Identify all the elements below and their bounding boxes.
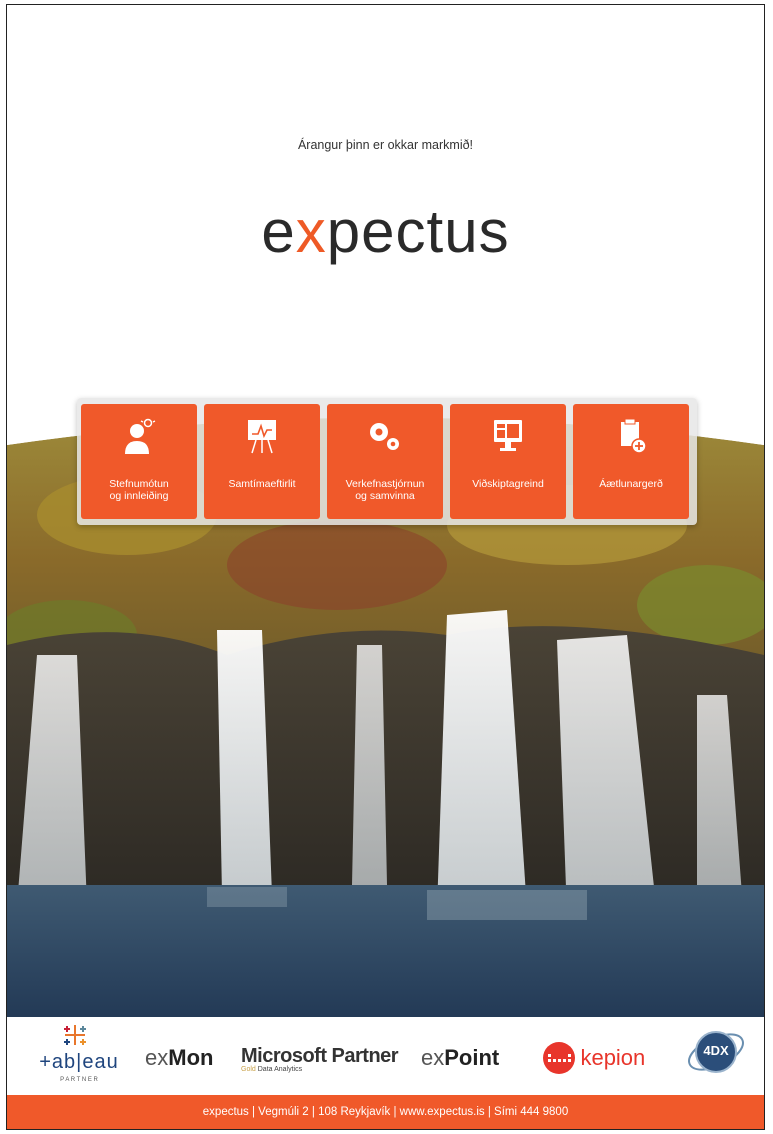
logo-x: x bbox=[295, 198, 327, 265]
microsoft-wordmark: Microsoft Partner bbox=[241, 1045, 399, 1067]
person-idea-icon bbox=[125, 418, 156, 454]
service-label: Stefnumótun og innleiðing bbox=[109, 478, 169, 502]
footer-contact: expectus | Vegmúli 2 | 108 Reykjavík | w… bbox=[7, 1095, 764, 1129]
logo-post: pectus bbox=[326, 198, 510, 265]
service-tile-strategy[interactable]: Stefnumótun og innleiðing bbox=[81, 404, 197, 519]
expectus-logo: expectus bbox=[7, 197, 764, 267]
service-label: Viðskiptagreind bbox=[472, 478, 544, 490]
expoint-suffix: Point bbox=[444, 1045, 500, 1070]
kepion-wordmark: kepion bbox=[580, 1045, 646, 1070]
tableau-cross-icon bbox=[64, 1025, 86, 1045]
tableau-logo: +ab|eau P A R T N E R bbox=[29, 1021, 129, 1089]
expoint-prefix: ex bbox=[421, 1045, 445, 1070]
kepion-mark-icon bbox=[543, 1042, 575, 1074]
logo-pre: e bbox=[261, 198, 296, 265]
service-tile-planning[interactable]: Áætlunargerð bbox=[573, 404, 689, 519]
page-frame: Árangur þinn er okkar markmið! expectus bbox=[6, 4, 765, 1130]
service-tile-monitoring[interactable]: Samtímaeftirlit bbox=[204, 404, 320, 519]
monitor-board-icon bbox=[248, 420, 276, 454]
service-label: Áætlunargerð bbox=[599, 478, 663, 490]
tagline: Árangur þinn er okkar markmið! bbox=[297, 138, 474, 152]
service-label: Verkefnastjórnun og samvinna bbox=[345, 478, 425, 502]
exmon-prefix: ex bbox=[145, 1045, 169, 1070]
microsoft-gold: Gold bbox=[241, 1066, 256, 1073]
service-label: Samtímaeftirlit bbox=[228, 478, 296, 490]
service-tile-bi[interactable]: Viðskiptagreind bbox=[450, 404, 566, 519]
fourdx-logo: 4DX bbox=[685, 1021, 747, 1088]
services-panel: Stefnumótun og innleiðing Samtímaeftirli… bbox=[77, 398, 697, 525]
fourdx-wordmark: 4DX bbox=[703, 1043, 729, 1058]
exmon-suffix: Mon bbox=[168, 1045, 214, 1070]
partner-logos: +ab|eau P A R T N E R exMon Microsoft Pa… bbox=[7, 1017, 764, 1093]
kepion-logo: kepion bbox=[542, 1041, 645, 1075]
service-tile-project[interactable]: Verkefnastjórnun og samvinna bbox=[327, 404, 443, 519]
expoint-logo: exPoint bbox=[421, 1045, 499, 1071]
dashboard-monitor-icon bbox=[494, 420, 522, 451]
microsoft-partner-logo: Microsoft Partner Gold Data Analytics bbox=[241, 1045, 399, 1073]
microsoft-competency: Data Analytics bbox=[257, 1066, 303, 1073]
gears-icon bbox=[370, 423, 399, 450]
tableau-partner-label: P A R T N E R bbox=[60, 1077, 98, 1083]
exmon-logo: exMon bbox=[145, 1045, 213, 1071]
tableau-wordmark: +ab|eau bbox=[39, 1051, 119, 1073]
clipboard-add-icon bbox=[621, 418, 647, 454]
